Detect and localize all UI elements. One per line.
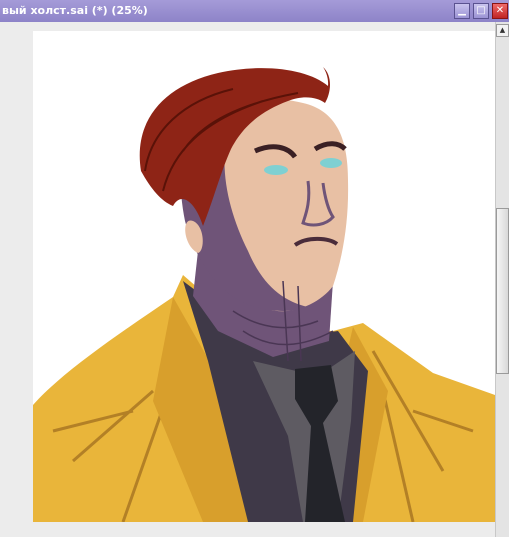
vertical-scrollbar[interactable]: ▲ bbox=[495, 22, 509, 537]
scroll-thumb[interactable] bbox=[496, 208, 509, 374]
maximize-button[interactable]: □ bbox=[473, 3, 489, 19]
close-button[interactable]: ✕ bbox=[492, 3, 508, 19]
maximize-icon: □ bbox=[476, 5, 486, 16]
scroll-up-icon: ▲ bbox=[499, 26, 506, 34]
minimize-button[interactable]: ▁ bbox=[454, 3, 470, 19]
window-title: вый холст.sai (*) (25%) bbox=[2, 4, 148, 17]
minimize-icon: ▁ bbox=[458, 5, 466, 16]
scroll-up-button[interactable]: ▲ bbox=[496, 24, 509, 37]
eye-left bbox=[264, 165, 288, 175]
close-icon: ✕ bbox=[495, 5, 505, 16]
window-titlebar[interactable]: вый холст.sai (*) (25%) ▁ □ ✕ bbox=[0, 0, 509, 22]
artwork-illustration bbox=[33, 67, 495, 522]
drawing-canvas[interactable] bbox=[33, 31, 495, 522]
eye-right bbox=[320, 158, 342, 168]
